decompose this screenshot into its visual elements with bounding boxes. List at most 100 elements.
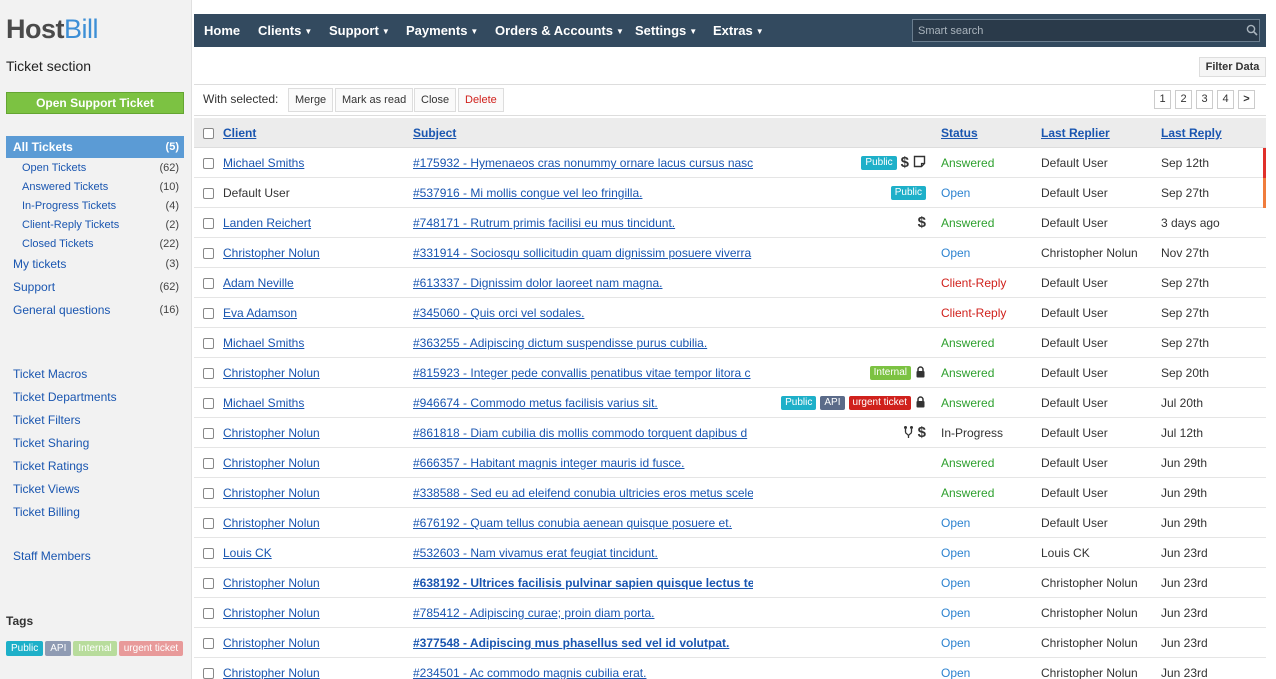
tool-link-ticket-departments[interactable]: Ticket Departments <box>13 390 117 404</box>
subject-link[interactable]: #946674 - Commodo metus facilisis varius… <box>413 388 753 418</box>
subject-link[interactable]: #748171 - Rutrum primis facilisi eu mus … <box>413 208 753 238</box>
tag-badge-urgent-ticket[interactable]: urgent ticket <box>848 396 911 410</box>
hostbill-logo[interactable]: HostBill <box>6 14 99 45</box>
row-checkbox[interactable] <box>203 298 217 328</box>
tag-badge-public[interactable]: Public <box>890 186 926 200</box>
tool-link-ticket-billing[interactable]: Ticket Billing <box>13 505 80 519</box>
sidebar-item-open-tickets[interactable]: Open Tickets (62) <box>6 158 184 177</box>
row-checkbox[interactable] <box>203 388 217 418</box>
tool-link-ticket-views[interactable]: Ticket Views <box>13 482 80 496</box>
table-row[interactable]: Default User #537916 - Mi mollis congue v… <box>194 178 1266 208</box>
subject-link[interactable]: #331914 - Sociosqu sollicitudin quam dig… <box>413 238 753 268</box>
client-link[interactable]: Christopher Nolun <box>223 508 403 538</box>
filter-data-button[interactable]: Filter Data <box>1199 57 1266 77</box>
table-row[interactable]: Michael Smiths #946674 - Commodo metus fa… <box>194 388 1266 418</box>
table-row[interactable]: Christopher Nolun #815923 - Integer pede … <box>194 358 1266 388</box>
table-row[interactable]: Christopher Nolun #638192 - Ultrices faci… <box>194 568 1266 598</box>
tag-badge-api[interactable]: API <box>820 396 845 410</box>
tag-api[interactable]: API <box>45 641 72 656</box>
client-link[interactable]: Christopher Nolun <box>223 448 403 478</box>
page-button-2[interactable]: 2 <box>1175 90 1192 109</box>
subject-link[interactable]: #338588 - Sed eu ad eleifend conubia ult… <box>413 478 753 508</box>
row-checkbox[interactable] <box>203 538 217 568</box>
tag-internal[interactable]: Internal <box>73 641 117 656</box>
subject-link[interactable]: #377548 - Adipiscing mus phasellus sed v… <box>413 628 753 658</box>
search-icon[interactable] <box>1246 24 1258 36</box>
tool-link-ticket-ratings[interactable]: Ticket Ratings <box>13 459 89 473</box>
nav-menu-orders-accounts[interactable]: Orders & Accounts ▼ <box>495 14 624 47</box>
table-row[interactable]: Michael Smiths #363255 - Adipiscing dictu… <box>194 328 1266 358</box>
nav-menu-home[interactable]: Home <box>204 14 240 47</box>
select-all-checkbox[interactable] <box>203 118 217 148</box>
subject-link[interactable]: #861818 - Diam cubilia dis mollis commod… <box>413 418 753 448</box>
table-row[interactable]: Christopher Nolun #377548 - Adipiscing mu… <box>194 628 1266 658</box>
table-row[interactable]: Christopher Nolun #676192 - Quam tellus c… <box>194 508 1266 538</box>
client-link[interactable]: Christopher Nolun <box>223 478 403 508</box>
tool-link-ticket-sharing[interactable]: Ticket Sharing <box>13 436 89 450</box>
smart-search-input[interactable] <box>912 19 1260 42</box>
page-button-4[interactable]: 4 <box>1217 90 1234 109</box>
subject-link[interactable]: #532603 - Nam vivamus erat feugiat tinci… <box>413 538 753 568</box>
client-link[interactable]: Christopher Nolun <box>223 238 403 268</box>
table-row[interactable]: Adam Neville #613337 - Dignissim dolor la… <box>194 268 1266 298</box>
subject-link[interactable]: #815923 - Integer pede convallis penatib… <box>413 358 753 388</box>
tag-public[interactable]: Public <box>6 641 44 656</box>
tool-link-ticket-macros[interactable]: Ticket Macros <box>13 367 87 381</box>
row-checkbox[interactable] <box>203 208 217 238</box>
next-page-button[interactable]: > <box>1238 90 1255 109</box>
subject-link[interactable]: #345060 - Quis orci vel sodales. <box>413 298 753 328</box>
column-client[interactable]: Client <box>223 118 403 148</box>
tag-badge-public[interactable]: Public <box>861 156 897 170</box>
mark-as-read-button[interactable]: Mark as read <box>335 88 414 112</box>
sidebar-item-client-reply-tickets[interactable]: Client-Reply Tickets (2) <box>6 215 184 234</box>
nav-menu-support[interactable]: Support ▼ <box>329 14 390 47</box>
subject-link[interactable]: #175932 - Hymenaeos cras nonummy ornare … <box>413 148 753 178</box>
client-link[interactable]: Christopher Nolun <box>223 658 403 679</box>
row-checkbox[interactable] <box>203 448 217 478</box>
column-subject[interactable]: Subject <box>413 118 753 148</box>
close-button[interactable]: Close <box>414 88 457 112</box>
table-row[interactable]: Christopher Nolun #234501 - Ac commodo ma… <box>194 658 1266 679</box>
client-link[interactable]: Christopher Nolun <box>223 598 403 628</box>
subject-link[interactable]: #785412 - Adipiscing curae; proin diam p… <box>413 598 753 628</box>
client-link[interactable]: Landen Reichert <box>223 208 403 238</box>
row-checkbox[interactable] <box>203 508 217 538</box>
sidebar-item-support[interactable]: Support (62) <box>6 277 184 297</box>
column-status[interactable]: Status <box>941 118 1036 148</box>
page-button-1[interactable]: 1 <box>1154 90 1171 109</box>
row-checkbox[interactable] <box>203 598 217 628</box>
row-checkbox[interactable] <box>203 268 217 298</box>
table-row[interactable]: Michael Smiths #175932 - Hymenaeos cras n… <box>194 148 1266 178</box>
row-checkbox[interactable] <box>203 238 217 268</box>
client-link[interactable]: Eva Adamson <box>223 298 403 328</box>
row-checkbox[interactable] <box>203 418 217 448</box>
nav-menu-settings[interactable]: Settings ▼ <box>635 14 697 47</box>
row-checkbox[interactable] <box>203 328 217 358</box>
nav-menu-payments[interactable]: Payments ▼ <box>406 14 478 47</box>
subject-link[interactable]: #234501 - Ac commodo magnis cubilia erat… <box>413 658 753 679</box>
row-checkbox[interactable] <box>203 178 217 208</box>
row-checkbox[interactable] <box>203 658 217 679</box>
subject-link[interactable]: #676192 - Quam tellus conubia aenean qui… <box>413 508 753 538</box>
nav-menu-extras[interactable]: Extras ▼ <box>713 14 764 47</box>
sidebar-item-my-tickets[interactable]: My tickets (3) <box>6 254 184 274</box>
table-row[interactable]: Christopher Nolun #785412 - Adipiscing cu… <box>194 598 1266 628</box>
client-link[interactable]: Michael Smiths <box>223 388 403 418</box>
subject-link[interactable]: #613337 - Dignissim dolor laoreet nam ma… <box>413 268 753 298</box>
sidebar-item-answered-tickets[interactable]: Answered Tickets (10) <box>6 177 184 196</box>
subject-link[interactable]: #363255 - Adipiscing dictum suspendisse … <box>413 328 753 358</box>
table-row[interactable]: Eva Adamson #345060 - Quis orci vel sodal… <box>194 298 1266 328</box>
tag-badge-internal[interactable]: Internal <box>869 366 911 380</box>
table-row[interactable]: Christopher Nolun #331914 - Sociosqu soll… <box>194 238 1266 268</box>
tag-badge-public[interactable]: Public <box>781 396 817 410</box>
merge-button[interactable]: Merge <box>288 88 334 112</box>
client-link[interactable]: Christopher Nolun <box>223 568 403 598</box>
row-checkbox[interactable] <box>203 568 217 598</box>
staff-members-link[interactable]: Staff Members <box>13 549 91 563</box>
nav-menu-clients[interactable]: Clients ▼ <box>258 14 312 47</box>
table-row[interactable]: Christopher Nolun #861818 - Diam cubilia … <box>194 418 1266 448</box>
sidebar-item-closed-tickets[interactable]: Closed Tickets (22) <box>6 234 184 253</box>
client-link[interactable]: Christopher Nolun <box>223 418 403 448</box>
table-row[interactable]: Landen Reichert #748171 - Rutrum primis f… <box>194 208 1266 238</box>
column-last-replier[interactable]: Last Replier <box>1041 118 1157 148</box>
